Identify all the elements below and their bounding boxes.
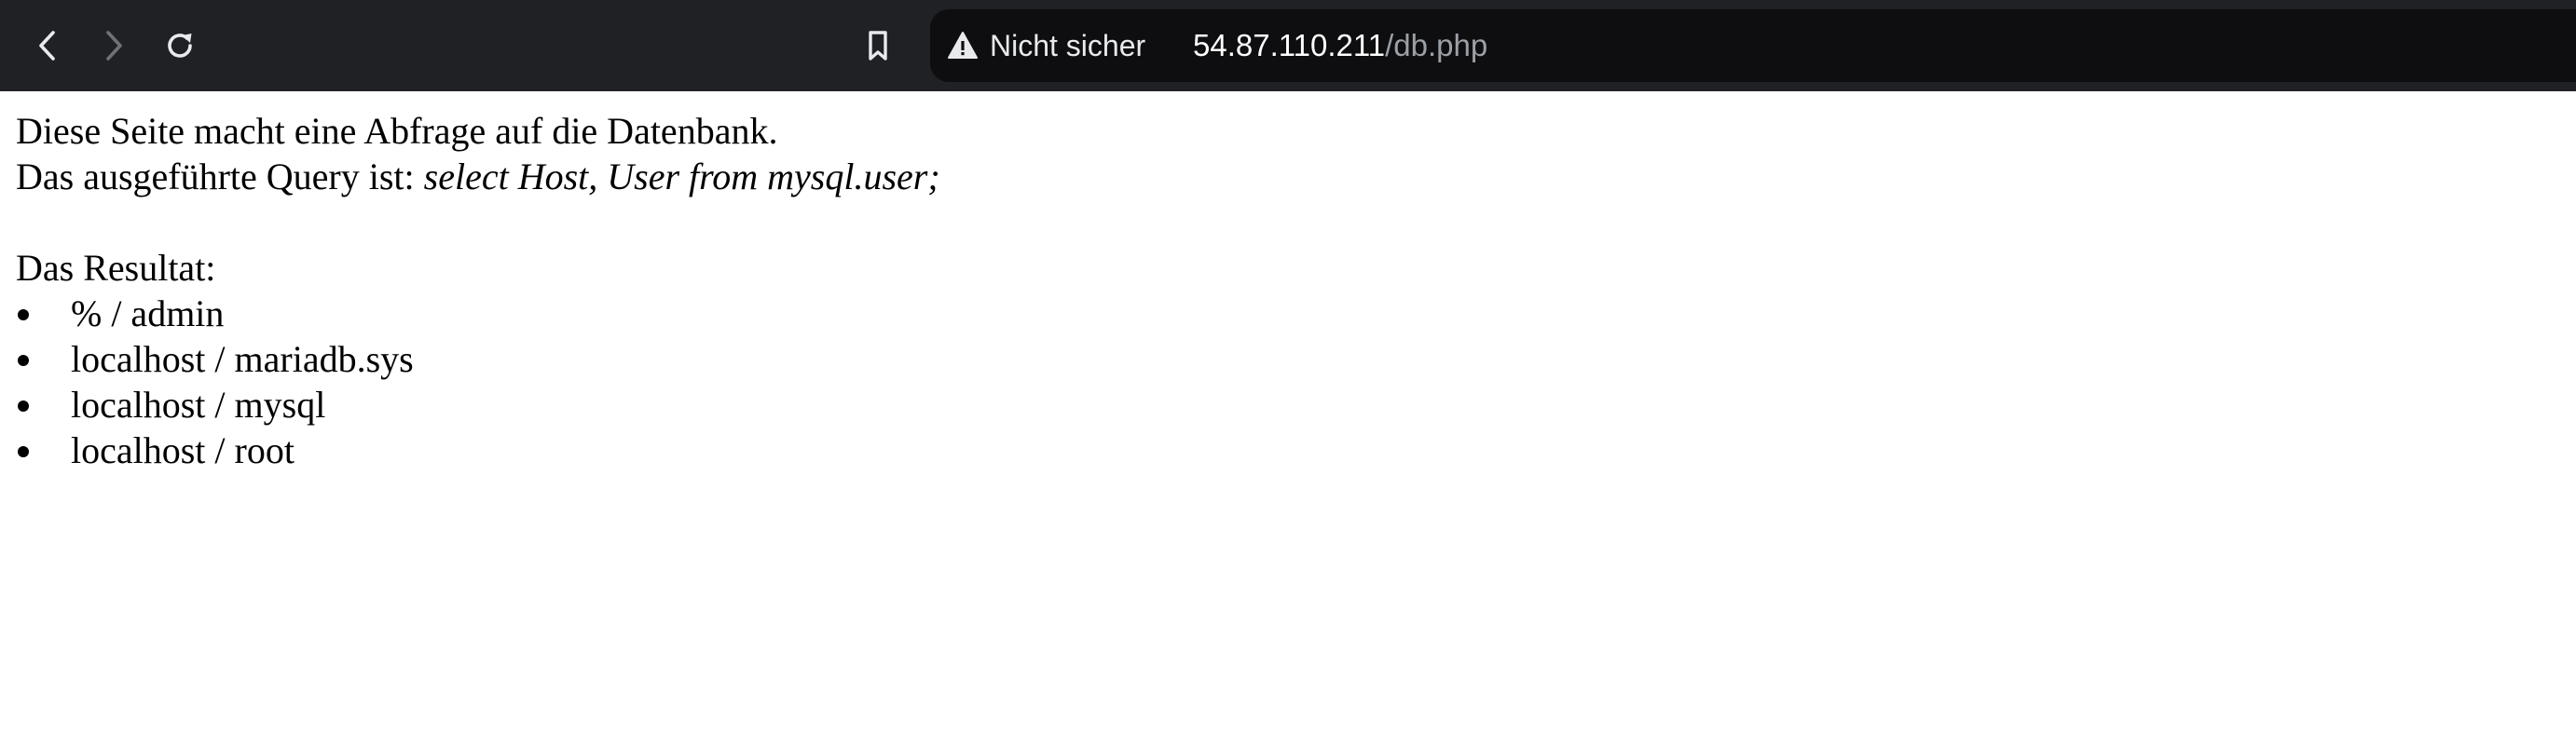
url-text[interactable]: 54.87.110.211/db.php: [1193, 9, 1487, 82]
query-prefix: Das ausgeführte Query ist:: [16, 156, 424, 197]
reload-button[interactable]: [150, 16, 210, 75]
bookmark-icon: [869, 31, 887, 61]
page-content: Diese Seite macht eine Abfrage auf die D…: [0, 91, 2576, 733]
security-indicator[interactable]: Nicht sicher: [947, 18, 1145, 74]
query-line: Das ausgeführte Query ist: select Host, …: [16, 154, 940, 199]
forward-button[interactable]: [83, 16, 143, 75]
bookmark-button[interactable]: [848, 16, 908, 75]
list-item: localhost / mysql: [16, 382, 940, 428]
reload-icon: [168, 34, 192, 58]
url-host: 54.87.110.211: [1193, 28, 1386, 62]
list-item: localhost / root: [16, 428, 940, 473]
url-path: /db.php: [1385, 28, 1488, 62]
result-list: % / admin localhost / mariadb.sys localh…: [16, 291, 940, 473]
query-text: select Host, User from mysql.user;: [423, 156, 940, 197]
back-arrow-icon: [39, 31, 55, 61]
security-label: Nicht sicher: [990, 28, 1146, 62]
list-item: % / admin: [16, 291, 940, 336]
intro-text: Diese Seite macht eine Abfrage auf die D…: [16, 110, 778, 152]
list-item: localhost / mariadb.sys: [16, 336, 940, 382]
browser-toolbar: Nicht sicher 54.87.110.211/db.php: [0, 0, 2576, 91]
warning-triangle-icon: [948, 32, 978, 59]
address-bar[interactable]: Nicht sicher 54.87.110.211/db.php: [930, 9, 2576, 82]
result-label: Das Resultat:: [16, 247, 216, 289]
forward-arrow-icon: [106, 31, 122, 61]
back-button[interactable]: [19, 16, 78, 75]
